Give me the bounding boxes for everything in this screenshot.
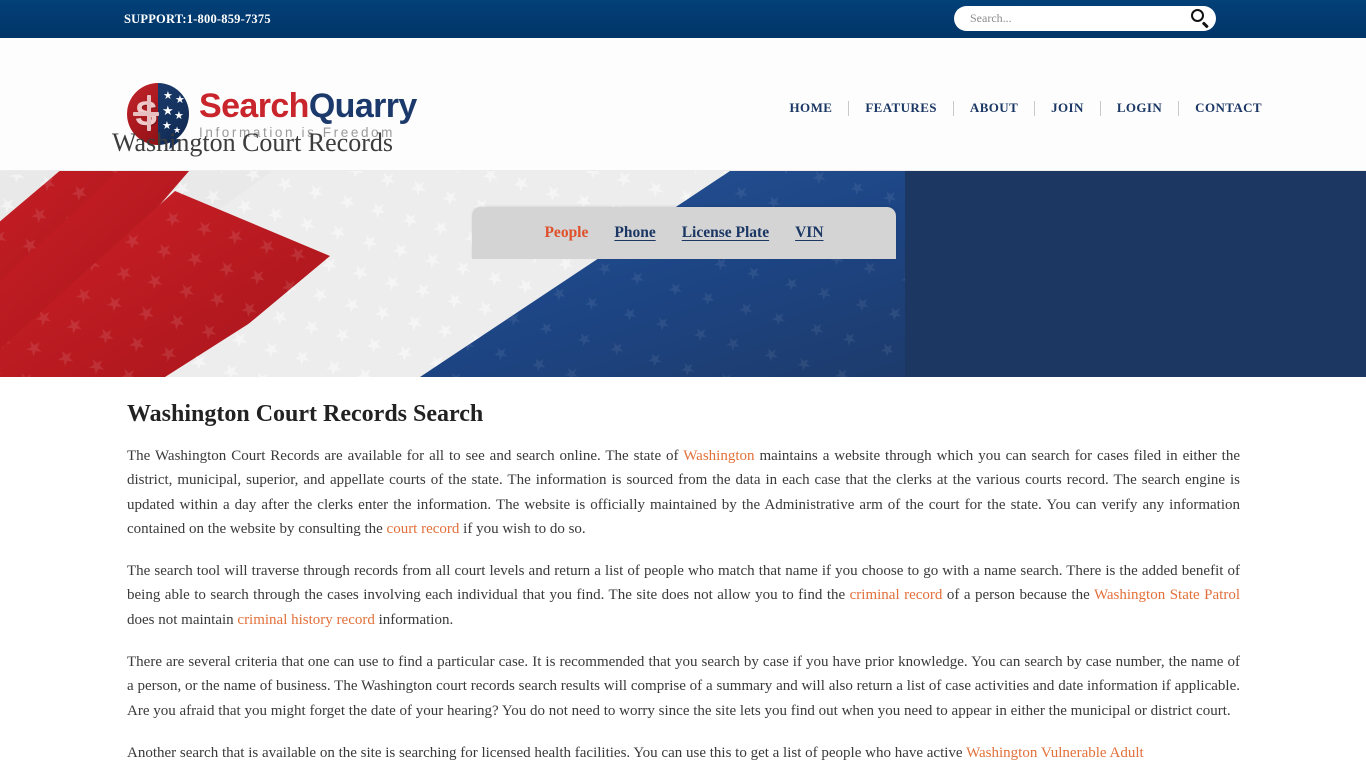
tab-license-plate[interactable]: License Plate — [682, 224, 769, 243]
paragraph: The Washington Court Records are availab… — [127, 448, 1241, 537]
tab-people[interactable]: People — [544, 224, 588, 243]
nav-item-join[interactable]: JOIN — [1035, 100, 1100, 116]
logo-word-quarry: Quarry — [308, 86, 418, 125]
american-flag-graphic: ★ ★ ★ ★ — [0, 171, 1366, 377]
inline-link[interactable]: criminal history record — [237, 612, 374, 628]
inline-link[interactable]: Washington — [683, 448, 754, 464]
site-search-box[interactable] — [954, 6, 1216, 31]
site-header: S ★ ★ ★ ★ ★ ★ SearchQuarry Information i… — [0, 38, 1366, 171]
paragraph: There are several criteria that one can … — [127, 654, 1240, 719]
inline-link[interactable]: Washington Vulnerable Adult — [966, 745, 1144, 761]
support-phone-text: SUPPORT:1-800-859-7375 — [124, 11, 271, 26]
site-search-input[interactable] — [968, 10, 1190, 27]
paragraph: Another search that is available on the … — [127, 744, 1144, 761]
nav-item-home[interactable]: HOME — [774, 100, 849, 116]
content-heading: Washington Court Records Search — [127, 401, 484, 427]
magnifier-icon[interactable] — [1190, 8, 1210, 29]
logo-word-search: Search — [199, 86, 309, 125]
search-type-tabs: People Phone License Plate VIN — [472, 207, 896, 259]
nav-item-contact[interactable]: CONTACT — [1179, 100, 1278, 116]
tab-vin[interactable]: VIN — [795, 224, 823, 243]
article-body: The Washington Court Records are availab… — [127, 444, 1240, 765]
nav-item-login[interactable]: LOGIN — [1101, 100, 1178, 116]
inline-link[interactable]: Washington State Patrol — [1094, 587, 1240, 603]
hero-search-banner: ★ ★ ★ ★ — [0, 171, 1366, 377]
inline-link[interactable]: criminal record — [850, 587, 943, 603]
top-support-bar: SUPPORT:1-800-859-7375 — [0, 0, 1366, 38]
main-content: Washington Court Records Search The Wash… — [0, 377, 1366, 765]
page-title: Washington Court Records — [112, 128, 393, 157]
main-navigation: HOME FEATURES ABOUT JOIN LOGIN CONTACT — [774, 100, 1278, 116]
nav-item-about[interactable]: ABOUT — [954, 100, 1034, 116]
nav-item-features[interactable]: FEATURES — [849, 100, 953, 116]
paragraph: The search tool will traverse through re… — [127, 563, 1240, 628]
tab-phone[interactable]: Phone — [614, 224, 655, 243]
inline-link[interactable]: court record — [387, 521, 460, 537]
